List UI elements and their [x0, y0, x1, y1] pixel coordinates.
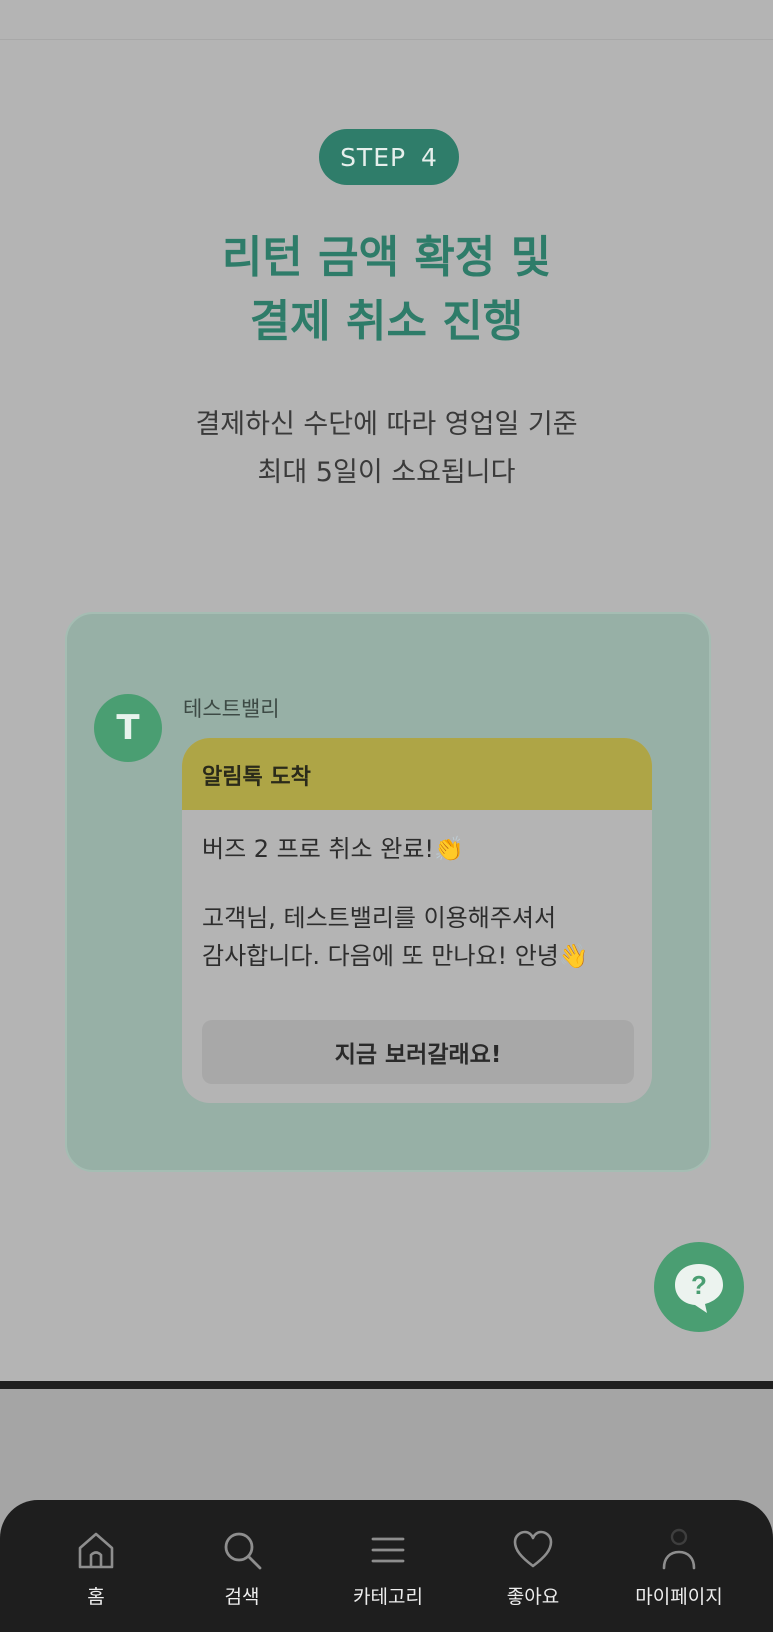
- message-line-2: 고객님, 테스트밸리를 이용해주셔서: [202, 904, 557, 932]
- message-line-3: 감사합니다. 다음에 또 만나요! 안녕👋: [202, 942, 589, 970]
- nav-item-search[interactable]: 검색: [172, 1500, 312, 1632]
- nav-label-home: 홈: [87, 1586, 105, 1608]
- help-chat-button[interactable]: ?: [654, 1242, 744, 1332]
- bubble-header: 알림톡 도착: [182, 738, 652, 810]
- menu-icon: [371, 1537, 405, 1563]
- headline-line-1: 리턴 금액 확정 및: [221, 232, 552, 283]
- step-badge: STEP 4: [319, 129, 459, 185]
- subline-line-1: 결제하신 수단에 따라 영업일 기준: [195, 409, 578, 440]
- nav-label-mypage: 마이페이지: [635, 1586, 723, 1608]
- nav-label-likes: 좋아요: [506, 1586, 560, 1608]
- page-subline: 결제하신 수단에 따라 영업일 기준 최대 5일이 소요됩니다: [0, 401, 773, 497]
- message-bubble: 알림톡 도착 버즈 2 프로 취소 완료!👏 고객님, 테스트밸리를 이용해주셔…: [182, 738, 652, 1103]
- cta-button[interactable]: 지금 보러갈래요!: [202, 1020, 634, 1084]
- sender-name: 테스트밸리: [183, 697, 280, 721]
- top-divider: [0, 39, 773, 40]
- headline-line-2: 결제 취소 진행: [249, 296, 524, 347]
- home-icon: [78, 1532, 114, 1569]
- heart-icon: [513, 1530, 553, 1568]
- nav-label-search: 검색: [224, 1586, 260, 1608]
- bubble-header-title: 알림톡 도착: [202, 765, 311, 790]
- nav-item-likes[interactable]: 좋아요: [463, 1500, 603, 1632]
- sender-avatar: T: [94, 694, 162, 762]
- nav-label-category: 카테고리: [353, 1586, 423, 1608]
- help-chat-icon: ?: [675, 1264, 723, 1313]
- page-headline: 리턴 금액 확정 및 결제 취소 진행: [0, 226, 773, 354]
- subline-line-2: 최대 5일이 소요됩니다: [257, 457, 516, 488]
- nav-item-home[interactable]: 홈: [26, 1500, 166, 1632]
- user-icon: [662, 1528, 696, 1570]
- nav-item-mypage[interactable]: 마이페이지: [609, 1500, 749, 1632]
- message-line-1: 버즈 2 프로 취소 완료!👏: [202, 835, 464, 863]
- bottom-nav: 홈 검색 카테고리 좋아요 마이페이지: [0, 1500, 773, 1632]
- search-icon: [224, 1532, 262, 1570]
- content-end-divider: [0, 1381, 773, 1389]
- svg-text:?: ?: [691, 1270, 707, 1300]
- nav-item-category[interactable]: 카테고리: [318, 1500, 458, 1632]
